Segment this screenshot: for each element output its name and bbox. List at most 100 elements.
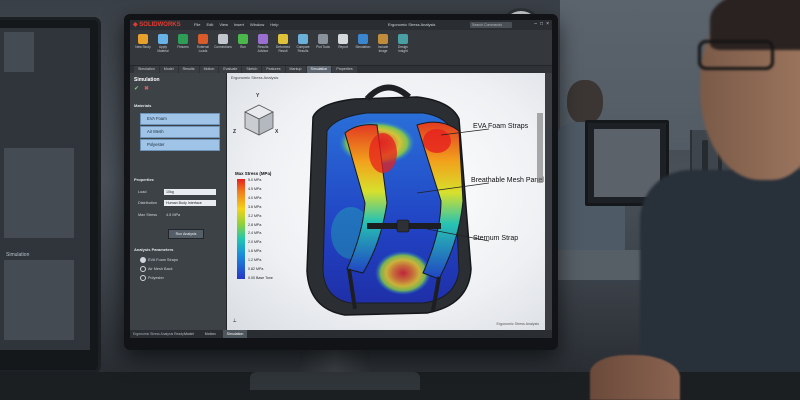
max-stress-label: Max Stress — [138, 213, 157, 217]
command-ribbon: New Study Apply Material Fixtures External … — [130, 30, 552, 66]
menu-bar: File Edit View Insert Window Help — [194, 22, 278, 27]
solidworks-logo[interactable]: ◆ SOLIDWORKS — [133, 21, 181, 28]
ribbon-button[interactable]: Connections — [214, 30, 232, 64]
viewport-footer: Ergonomic Stress Analysis — [496, 322, 539, 326]
ribbon-button[interactable]: Deformed Result — [274, 30, 292, 64]
properties-heading: Properties — [134, 177, 154, 182]
viewport-toolbar[interactable] — [537, 113, 543, 183]
ribbon-tool-icon — [238, 34, 248, 44]
ribbon-tool-icon — [318, 34, 328, 44]
ribbon-button-label: Plot Tools — [316, 45, 330, 49]
ribbon-button[interactable]: Compare Results — [294, 30, 312, 64]
ribbon-button[interactable]: Design Insight — [394, 30, 412, 64]
ribbon-tool-icon — [178, 34, 188, 44]
secondary-monitor-label: Simulation — [6, 252, 30, 258]
glasses — [698, 40, 774, 70]
analysis-option[interactable]: EVA Foam Straps — [140, 257, 178, 263]
ribbon-button[interactable]: Apply Material — [154, 30, 172, 64]
radio-icon — [140, 266, 146, 272]
ribbon-button[interactable]: Fixtures — [174, 30, 192, 64]
ribbon-button-label: Connections — [214, 45, 232, 49]
hand-on-mouse — [590, 355, 680, 400]
ribbon-button-label: Deformed Result — [276, 45, 290, 53]
ribbon-tool-icon — [398, 34, 408, 44]
analysis-option[interactable]: Air Mesh Back — [140, 266, 172, 272]
menu-item[interactable]: Help — [270, 22, 278, 27]
ribbon-button-label: Apply Material — [157, 45, 169, 53]
command-tabs: Simulation Model Results Motion Evaluate Sket… — [130, 66, 552, 73]
materials-heading: Materials — [134, 103, 152, 108]
monitor-base — [250, 372, 420, 390]
command-tab[interactable]: Evaluate — [219, 66, 242, 73]
search-input[interactable]: Search Commands — [470, 22, 512, 28]
analysis-option[interactable]: Polyester — [140, 275, 164, 281]
ribbon-button-label: New Study — [135, 45, 151, 49]
ribbon-tool-icon — [358, 34, 368, 44]
command-tab[interactable]: Sketch — [242, 66, 262, 73]
menu-item[interactable]: Window — [250, 22, 264, 27]
command-tab[interactable]: Features — [262, 66, 285, 73]
material-item[interactable]: Air Mesh — [140, 126, 220, 138]
backpack-model[interactable] — [227, 73, 545, 330]
bottom-tabs: Model Motion Simulation — [130, 330, 552, 338]
menu-item[interactable]: File — [194, 22, 200, 27]
radio-icon — [140, 257, 146, 263]
ribbon-button-label: Fixtures — [177, 45, 189, 49]
ribbon-tool-icon — [258, 34, 268, 44]
ribbon-button-label: External Loads — [197, 45, 209, 53]
menu-item[interactable]: Insert — [234, 22, 244, 27]
menu-item[interactable]: View — [219, 22, 228, 27]
window-controls: – □ × — [534, 21, 549, 27]
analysis-option-label: Air Mesh Back — [148, 267, 173, 271]
command-tab[interactable]: Model — [159, 66, 178, 73]
title-bar: ◆ SOLIDWORKS File Edit View Insert Window Hel… — [130, 20, 552, 30]
main-monitor: ◆ SOLIDWORKS File Edit View Insert Window Hel… — [124, 14, 558, 350]
analysis-option-label: EVA Foam Straps — [148, 258, 178, 262]
foreground-person — [640, 0, 800, 400]
command-tab[interactable]: Properties — [332, 66, 357, 73]
command-tab[interactable]: Motion — [199, 66, 219, 73]
max-stress-value: 4.5 MPa — [166, 213, 181, 217]
distribution-dropdown[interactable]: Human Body Interface — [164, 200, 216, 206]
load-field[interactable]: 10kg — [164, 189, 216, 195]
distribution-label: Distribution — [138, 201, 157, 205]
analysis-option-label: Polyester — [148, 276, 164, 280]
ribbon-button-label: Results Advisor — [257, 45, 269, 53]
ribbon-tool-icon — [138, 34, 148, 44]
command-tab[interactable]: Simulation — [306, 66, 332, 73]
bottom-tab[interactable]: Motion — [201, 330, 220, 338]
document-title: Ergonomic Stress Analysis — [388, 22, 436, 27]
ribbon-button[interactable]: Results Advisor — [254, 30, 272, 64]
ribbon-button[interactable]: Simulation — [354, 30, 372, 64]
graphics-viewport[interactable]: Ergonomic Stress Analysis Y X Z Max Stre… — [227, 73, 545, 330]
ribbon-tool-icon — [278, 34, 288, 44]
ribbon-button[interactable]: New Study — [134, 30, 152, 64]
material-item[interactable]: EVA Foam — [140, 113, 220, 125]
minimize-icon[interactable]: – — [534, 21, 537, 27]
radio-icon — [140, 275, 146, 281]
material-item[interactable]: Polyester — [140, 139, 220, 151]
ribbon-tool-icon — [338, 34, 348, 44]
cancel-x-icon[interactable]: ✖ — [144, 85, 149, 92]
ribbon-tool-icon — [218, 34, 228, 44]
ok-check-icon[interactable]: ✔ — [134, 85, 139, 92]
ribbon-button[interactable]: External Loads — [194, 30, 212, 64]
ribbon-button[interactable]: Report — [334, 30, 352, 64]
run-analysis-button[interactable]: Run Analysis — [168, 229, 204, 239]
analysis-heading: Analysis Parameters — [134, 247, 174, 252]
command-tab[interactable]: Results — [178, 66, 199, 73]
ribbon-button-label: Report — [338, 45, 348, 49]
command-tab[interactable]: Markup — [285, 66, 306, 73]
ribbon-button[interactable]: Include Image — [374, 30, 392, 64]
menu-item[interactable]: Edit — [206, 22, 213, 27]
load-label: Load — [138, 190, 147, 194]
solidworks-window: ◆ SOLIDWORKS File Edit View Insert Window Hel… — [130, 20, 552, 338]
ribbon-tool-icon — [198, 34, 208, 44]
bottom-tab[interactable]: Simulation — [222, 330, 248, 338]
ribbon-button[interactable]: Plot Tools — [314, 30, 332, 64]
close-icon[interactable]: × — [546, 21, 549, 27]
ribbon-button-label: Compare Results — [296, 45, 310, 53]
ribbon-button[interactable]: Run — [234, 30, 252, 64]
maximize-icon[interactable]: □ — [540, 21, 543, 27]
command-tab[interactable]: Simulation — [134, 66, 159, 73]
